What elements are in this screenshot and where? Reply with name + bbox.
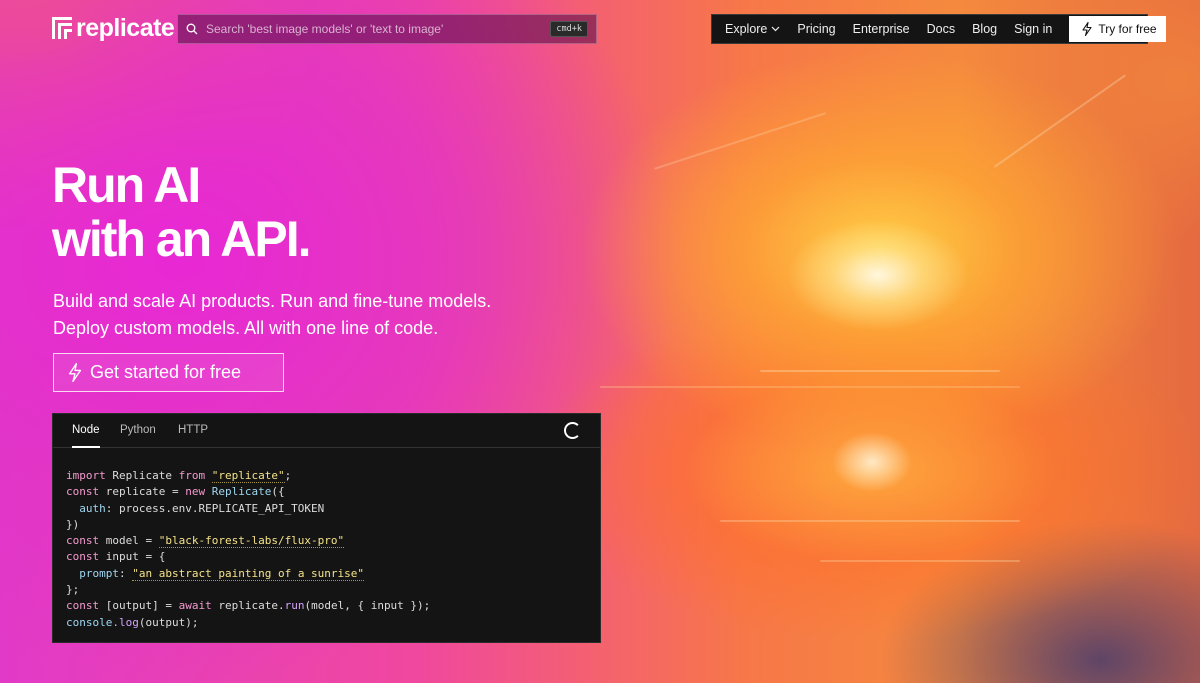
tab-node[interactable]: Node [72, 414, 100, 448]
hero-subtitle-line-2: Deploy custom models. All with one line … [53, 318, 439, 338]
code-token: console [66, 615, 113, 629]
code-token: "replicate" [211, 469, 285, 483]
code-token: Replicate [205, 485, 272, 499]
code-token: : process.env.REPLICATE_API_TOKEN [105, 501, 325, 515]
code-token: replicate = [99, 485, 186, 499]
paint-streak [993, 74, 1127, 168]
search-bar[interactable]: cmd+k [177, 14, 597, 44]
code-token: "black-forest-labs/flux-pro" [158, 534, 345, 549]
code-token: }) [66, 517, 80, 531]
code-token: "an abstract painting of a sunrise" [132, 566, 365, 581]
lightning-icon [68, 363, 82, 382]
paint-streak [820, 560, 1020, 562]
code-block: import Replicate from "replicate"; const… [66, 468, 430, 631]
nav-explore[interactable]: Explore [725, 22, 780, 36]
code-token: auth [79, 501, 106, 515]
paint-streak [720, 520, 1020, 522]
try-for-free-button[interactable]: Try for free [1069, 16, 1166, 42]
code-token: (model, { input }); [304, 599, 431, 613]
code-token: const [66, 599, 100, 613]
loading-spinner-icon [564, 422, 581, 439]
paint-streak [600, 386, 1020, 388]
try-for-free-label: Try for free [1098, 22, 1157, 36]
get-started-label: Get started for free [90, 362, 242, 382]
chevron-down-icon [771, 26, 780, 32]
paint-streak [760, 370, 1000, 372]
top-nav: Explore Pricing Enterprise Docs Blog Sig… [711, 14, 1166, 44]
nav-blog[interactable]: Blog [972, 22, 997, 36]
hero-subtitle-line-1: Build and scale AI products. Run and fin… [53, 291, 492, 311]
code-token: const [66, 485, 100, 499]
nav-enterprise[interactable]: Enterprise [853, 22, 910, 36]
brand-name: replicate [76, 13, 175, 42]
code-token: [output] = [99, 599, 179, 613]
code-token: prompt [79, 566, 119, 580]
replicate-logo-icon [52, 17, 72, 39]
code-token: new [185, 485, 206, 499]
code-token: .log [112, 615, 139, 629]
code-token: replicate. [211, 599, 285, 613]
hero-title: Run AI with an API. [52, 157, 311, 267]
code-token: (output); [138, 615, 199, 629]
code-language-tabs: Node Python HTTP [53, 414, 600, 448]
code-token: await [178, 599, 212, 613]
nav-sign-in[interactable]: Sign in [1014, 22, 1052, 36]
code-token: from [178, 469, 206, 482]
nav-explore-label: Explore [725, 22, 768, 36]
code-token: import [66, 469, 106, 482]
lightning-icon [1082, 22, 1092, 36]
code-example-panel: Node Python HTTP import Replicate from "… [52, 413, 601, 643]
tab-python[interactable]: Python [120, 414, 156, 448]
code-token: Replicate [105, 469, 179, 482]
code-token: ({ [271, 485, 285, 499]
replicate-logo[interactable]: replicate [52, 13, 175, 42]
tab-http[interactable]: HTTP [178, 414, 208, 448]
search-input[interactable] [206, 22, 551, 36]
hero-title-line-1: Run AI [52, 157, 201, 213]
code-token: : [119, 566, 133, 580]
hero-subtitle: Build and scale AI products. Run and fin… [53, 288, 613, 342]
search-shortcut-badge: cmd+k [550, 21, 588, 37]
code-token: }; [66, 583, 80, 597]
code-token: ; [284, 469, 292, 482]
code-token: run [284, 599, 305, 613]
code-token: model = [99, 534, 159, 548]
code-token: input = { [99, 550, 166, 564]
paint-streak [654, 112, 826, 170]
code-token: const [66, 534, 100, 548]
code-token: const [66, 550, 100, 564]
search-icon [186, 23, 198, 35]
get-started-button[interactable]: Get started for free [53, 353, 284, 392]
hero-title-line-2: with an API. [52, 211, 311, 267]
nav-pricing[interactable]: Pricing [797, 22, 835, 36]
nav-docs[interactable]: Docs [927, 22, 955, 36]
